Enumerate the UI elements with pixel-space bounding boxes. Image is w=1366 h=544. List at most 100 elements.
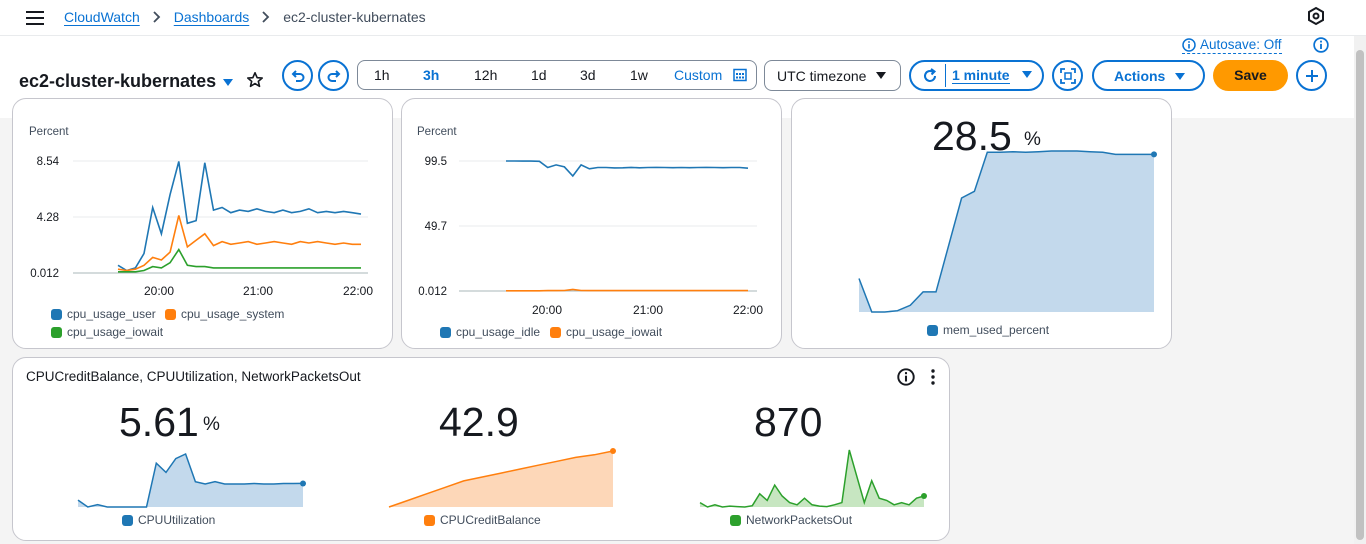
legend-item: mem_used_percent <box>927 323 1049 337</box>
range-custom[interactable]: Custom <box>674 67 722 83</box>
caret-down-icon <box>1175 73 1185 80</box>
legend-label: mem_used_percent <box>943 323 1050 337</box>
widget-cpu-usage[interactable]: Percent 8.54 4.28 0.012 20:00 21:00 22:0… <box>12 98 393 349</box>
range-1w[interactable]: 1w <box>630 67 648 83</box>
actions-button[interactable]: Actions <box>1092 60 1205 91</box>
settings-hexagon-icon[interactable] <box>1306 6 1326 26</box>
legend-swatch <box>550 326 561 338</box>
area-fill-mem_used_percent <box>859 151 1154 312</box>
y-axis-label: Percent <box>29 126 69 138</box>
undo-icon <box>291 69 304 82</box>
refresh-interval-select[interactable]: 1 minute <box>952 67 1010 84</box>
legend-label: NetworkPacketsOut <box>746 513 853 527</box>
caret-down-icon[interactable] <box>1021 70 1033 80</box>
legend-item: CPUCreditBalance <box>424 513 541 527</box>
legend-label: cpu_usage_iowait <box>566 325 663 339</box>
dashboard-grid: Percent 8.54 4.28 0.012 20:00 21:00 22:0… <box>0 98 1354 544</box>
idle-chart: Percent 99.5 49.7 0.012 20:00 21:00 22:0… <box>417 126 763 317</box>
plus-icon <box>1305 69 1318 82</box>
legend-label: cpu_usage_iowait <box>67 325 164 339</box>
redo-button[interactable] <box>318 60 349 91</box>
range-3h[interactable]: 3h <box>423 67 439 83</box>
timezone-label: UTC timezone <box>777 68 867 84</box>
undo-button[interactable] <box>282 60 313 91</box>
legend-label: cpu_usage_user <box>67 307 156 321</box>
legend-swatch <box>440 326 451 338</box>
range-12h[interactable]: 12h <box>474 67 497 83</box>
autosave-toggle[interactable]: Autosave: Off <box>1182 37 1282 54</box>
refresh-icon[interactable] <box>921 67 939 85</box>
last-point-marker <box>1151 151 1157 158</box>
legend-label: cpu_usage_idle <box>456 325 541 339</box>
x-tick-label: 22:00 <box>733 303 763 317</box>
save-button[interactable]: Save <box>1213 60 1288 91</box>
legend-label: CPUCreditBalance <box>440 513 541 527</box>
range-3d[interactable]: 3d <box>580 67 596 83</box>
x-tick-label: 22:00 <box>343 284 373 298</box>
fullscreen-icon <box>1059 67 1076 84</box>
legend-item: cpu_usage_system <box>165 307 284 321</box>
x-tick-label: 21:00 <box>243 284 273 298</box>
top-navigation: CloudWatch Dashboards ec2-cluster-kubern… <box>0 0 1366 36</box>
legend-item: cpu_usage_idle <box>440 325 540 339</box>
legend-swatch <box>122 514 133 526</box>
legend-item: cpu_usage_iowait <box>550 325 662 339</box>
autosave-label: Autosave: Off <box>1200 37 1282 52</box>
divider <box>945 64 946 87</box>
breadcrumb-cloudwatch[interactable]: CloudWatch <box>64 9 140 25</box>
range-1d[interactable]: 1d <box>531 67 547 83</box>
area-fill-CPUUtilization <box>78 454 303 507</box>
mem-area-group <box>858 150 1157 313</box>
page-title: ec2-cluster-kubernates <box>19 71 217 91</box>
breadcrumb: CloudWatch Dashboards ec2-cluster-kubern… <box>64 9 426 25</box>
legend-swatch <box>51 326 62 338</box>
widget-ec2-metrics[interactable]: CPUCreditBalance, CPUUtilization, Networ… <box>12 357 950 541</box>
legend-label: cpu_usage_system <box>181 307 285 321</box>
fullscreen-button[interactable] <box>1052 60 1083 91</box>
last-point-marker <box>300 480 306 487</box>
breadcrumb-current: ec2-cluster-kubernates <box>283 9 426 25</box>
caret-down-icon[interactable] <box>222 78 234 88</box>
range-1h[interactable]: 1h <box>374 67 390 83</box>
chevron-right-icon <box>262 11 270 23</box>
y-tick-label: 4.28 <box>37 212 59 224</box>
y-tick-label: 0.012 <box>418 286 447 298</box>
add-widget-button[interactable] <box>1296 60 1327 91</box>
area-line-NetworkPacketsOut <box>699 449 925 508</box>
legend-item: cpu_usage_user <box>51 307 156 321</box>
cpu-credit-area-group <box>388 448 616 508</box>
info-icon <box>1182 38 1196 52</box>
timezone-select[interactable]: UTC timezone <box>764 60 901 91</box>
legend-swatch <box>927 324 938 336</box>
refresh-control: 1 minute <box>909 60 1044 91</box>
legend-item: CPUUtilization <box>122 513 215 527</box>
series-line-cpu_usage_user <box>117 161 362 272</box>
x-tick-label: 21:00 <box>633 303 663 317</box>
vertical-scrollbar[interactable] <box>1354 36 1366 544</box>
scrollbar-thumb[interactable] <box>1356 50 1364 540</box>
last-point-marker <box>921 493 927 500</box>
legend-swatch <box>51 308 62 320</box>
area-fill-CPUCreditBalance <box>389 451 613 507</box>
breadcrumb-dashboards[interactable]: Dashboards <box>174 9 250 25</box>
legend-item: NetworkPacketsOut <box>730 513 852 527</box>
chevron-right-icon <box>153 11 161 23</box>
star-icon[interactable] <box>246 71 264 89</box>
area-fill-NetworkPacketsOut <box>700 450 924 507</box>
network-packets-area-group <box>699 449 927 508</box>
y-tick-label: 8.54 <box>37 156 60 168</box>
menu-icon[interactable] <box>24 8 46 28</box>
y-axis-label: Percent <box>417 126 457 138</box>
widget-mem-used[interactable]: 28.5 % mem_used_percent <box>791 98 1172 349</box>
series-line-cpu_usage_iowait <box>506 288 748 292</box>
legend-swatch <box>165 308 176 320</box>
calendar-icon[interactable] <box>733 68 747 82</box>
info-icon[interactable] <box>1313 37 1329 53</box>
mem-sparkline <box>858 150 1157 313</box>
x-tick-label: 20:00 <box>144 284 174 298</box>
widget-cpu-idle[interactable]: Percent 99.5 49.7 0.012 20:00 21:00 22:0… <box>401 98 782 349</box>
y-tick-label: 0.012 <box>30 268 59 280</box>
time-range-selector: 1h 3h 12h 1d 3d 1w Custom <box>357 60 757 90</box>
y-tick-label: 49.7 <box>425 221 447 233</box>
legend-swatch <box>730 514 741 526</box>
